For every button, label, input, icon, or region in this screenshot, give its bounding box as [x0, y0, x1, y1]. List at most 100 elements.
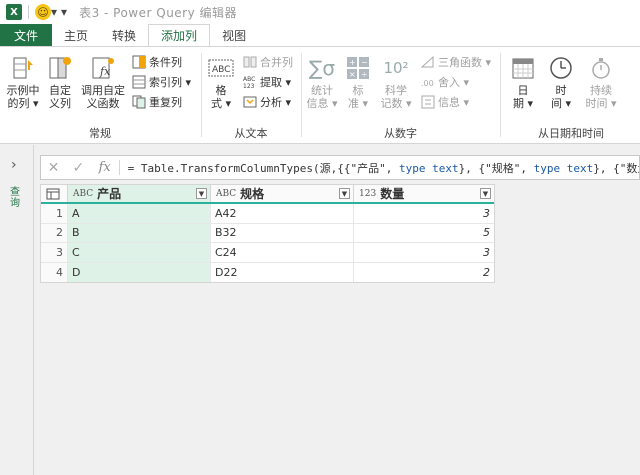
- confirm-icon[interactable]: ✓: [66, 160, 91, 176]
- cell-product[interactable]: A: [68, 204, 211, 223]
- table-row[interactable]: 1 A A42 3: [41, 204, 494, 224]
- extract-button[interactable]: ABC 123 提取 ▾: [243, 73, 291, 90]
- parse-button[interactable]: 分析 ▾: [243, 93, 291, 110]
- parse-label: 分析 ▾: [260, 95, 292, 109]
- cell-spec[interactable]: C24: [211, 243, 354, 262]
- time-button[interactable]: 时 间 ▾: [544, 55, 578, 110]
- table-row[interactable]: 2 B B32 5: [41, 223, 494, 243]
- column-header-quantity[interactable]: 123 数量 ▼: [354, 185, 494, 202]
- formula-keyword: type text: [399, 161, 459, 175]
- cell-quantity[interactable]: 3: [354, 204, 494, 223]
- group-general-label: 常规: [89, 127, 111, 140]
- column-examples-icon: [10, 55, 36, 81]
- cell-quantity[interactable]: 5: [354, 224, 494, 243]
- power-icon: 10²: [383, 58, 409, 77]
- formula-input[interactable]: = Table.TransformColumnTypes(源,{{"产品", t…: [120, 160, 639, 176]
- cell-spec[interactable]: A42: [211, 204, 354, 223]
- duration-button[interactable]: 持续 时间 ▾: [582, 55, 620, 110]
- column-header-spec[interactable]: ABC 规格 ▼: [211, 185, 354, 202]
- duplicate-column-button[interactable]: 重复列: [132, 93, 182, 110]
- format-label-2: 式 ▾: [210, 97, 232, 110]
- column-header-product[interactable]: ABC 产品 ▼: [68, 185, 211, 202]
- merge-columns-icon: [243, 55, 257, 69]
- quick-access-dropdown-icon[interactable]: ▾: [61, 5, 67, 19]
- date-button[interactable]: 日 期 ▾: [506, 55, 540, 110]
- time-label-2: 间 ▾: [550, 97, 572, 110]
- format-button[interactable]: ABC 格 式 ▾: [205, 55, 237, 110]
- invoke-function-icon: fx: [90, 55, 116, 81]
- tab-add-column[interactable]: 添加列: [148, 24, 211, 46]
- table-menu-button[interactable]: [41, 185, 68, 202]
- svg-text:+: +: [349, 58, 356, 67]
- cell-quantity[interactable]: 3: [354, 243, 494, 262]
- svg-text:.00: .00: [421, 79, 434, 88]
- conditional-column-label: 条件列: [149, 55, 182, 69]
- calendar-icon: [510, 55, 536, 81]
- cell-product[interactable]: D: [68, 262, 211, 282]
- group-from-number: ∑σ 统计 信息 ▾ + − × ÷ 标 准 ▾ 10² 科学 记数 ▾ 三角函数 ▾…: [303, 49, 498, 143]
- table-icon: [46, 188, 60, 199]
- invoke-custom-function-button[interactable]: fx 调用自定 义函数: [80, 55, 126, 110]
- column-from-examples-label-1: 示例中: [6, 84, 40, 97]
- clock-icon: [548, 55, 574, 81]
- svg-text:123: 123: [243, 83, 255, 89]
- rounding-button[interactable]: .00 舍入 ▾: [421, 73, 469, 90]
- fx-icon[interactable]: fx: [91, 160, 120, 175]
- standard-button[interactable]: + − × ÷ 标 准 ▾: [343, 55, 373, 110]
- formula-keyword: type text: [533, 161, 594, 175]
- table-row[interactable]: 4 D D22 2: [41, 262, 494, 283]
- svg-text:−: −: [361, 58, 368, 67]
- formula-bar: ✕ ✓ fx = Table.TransformColumnTypes(源,{{…: [40, 155, 640, 180]
- filter-dropdown-icon[interactable]: ▼: [339, 188, 350, 199]
- trigonometry-button[interactable]: 三角函数 ▾: [420, 53, 491, 70]
- custom-column-icon: [47, 55, 73, 81]
- statistics-button[interactable]: ∑σ 统计 信息 ▾: [305, 55, 339, 111]
- group-from-text-label: 从文本: [234, 127, 268, 140]
- queries-pane-collapsed: › 查询: [0, 145, 34, 475]
- column-from-examples-button[interactable]: 示例中 的列 ▾: [4, 55, 42, 110]
- cell-product[interactable]: B: [68, 223, 211, 242]
- type-text-icon: ABC: [216, 188, 237, 199]
- filter-dropdown-icon[interactable]: ▼: [196, 188, 207, 199]
- information-button[interactable]: 信息 ▾: [421, 93, 469, 110]
- custom-column-label-2: 义列: [49, 97, 71, 110]
- cell-quantity[interactable]: 2: [354, 263, 494, 283]
- filter-dropdown-icon[interactable]: ▼: [480, 188, 491, 199]
- smiley-dropdown-icon[interactable]: ▾: [51, 5, 57, 19]
- format-label-1: 格: [215, 84, 227, 97]
- tab-view[interactable]: 视图: [210, 24, 258, 46]
- svg-text:ABC: ABC: [212, 65, 230, 75]
- queries-pane-label[interactable]: 查询: [10, 187, 24, 209]
- row-number: 4: [41, 262, 68, 282]
- cell-product[interactable]: C: [68, 243, 211, 262]
- ribbon-tabs: 文件 主页 转换 添加列 视图: [0, 24, 640, 46]
- column-name: 数量: [380, 187, 405, 201]
- cell-spec[interactable]: D22: [211, 262, 354, 282]
- table-row[interactable]: 3 C C24 3: [41, 243, 494, 263]
- duration-label-1: 持续: [590, 84, 612, 97]
- group-from-datetime: 日 期 ▾ 时 间 ▾ 持续 时间 ▾ 从日期和时间: [502, 49, 640, 143]
- statistics-label-1: 统计: [311, 84, 333, 97]
- svg-text:÷: ÷: [361, 70, 368, 79]
- row-number: 3: [41, 243, 68, 262]
- cell-spec[interactable]: B32: [211, 223, 354, 242]
- duplicate-column-label: 重复列: [149, 95, 182, 109]
- svg-text:fx: fx: [99, 65, 111, 78]
- type-text-icon: ABC: [73, 188, 94, 199]
- tab-transform[interactable]: 转换: [100, 24, 148, 46]
- tab-home[interactable]: 主页: [52, 24, 100, 46]
- duplicate-column-icon: [132, 95, 146, 109]
- formula-suffix: }, {"数量",: [593, 161, 639, 175]
- scientific-label-1: 科学: [385, 84, 407, 97]
- cancel-icon[interactable]: ✕: [41, 160, 66, 176]
- tab-file[interactable]: 文件: [0, 24, 53, 46]
- stopwatch-icon: [588, 55, 614, 81]
- custom-column-button[interactable]: 自定 义列: [44, 55, 76, 110]
- smiley-icon[interactable]: ☺: [35, 4, 51, 20]
- index-column-button[interactable]: 索引列 ▾: [132, 73, 191, 90]
- scientific-button[interactable]: 10² 科学 记数 ▾: [379, 55, 413, 110]
- merge-columns-button[interactable]: 合并列: [243, 53, 293, 70]
- expand-chevron-icon[interactable]: ›: [11, 157, 17, 173]
- conditional-column-button[interactable]: 条件列: [132, 53, 182, 70]
- statistics-label-2: 信息 ▾: [306, 97, 338, 110]
